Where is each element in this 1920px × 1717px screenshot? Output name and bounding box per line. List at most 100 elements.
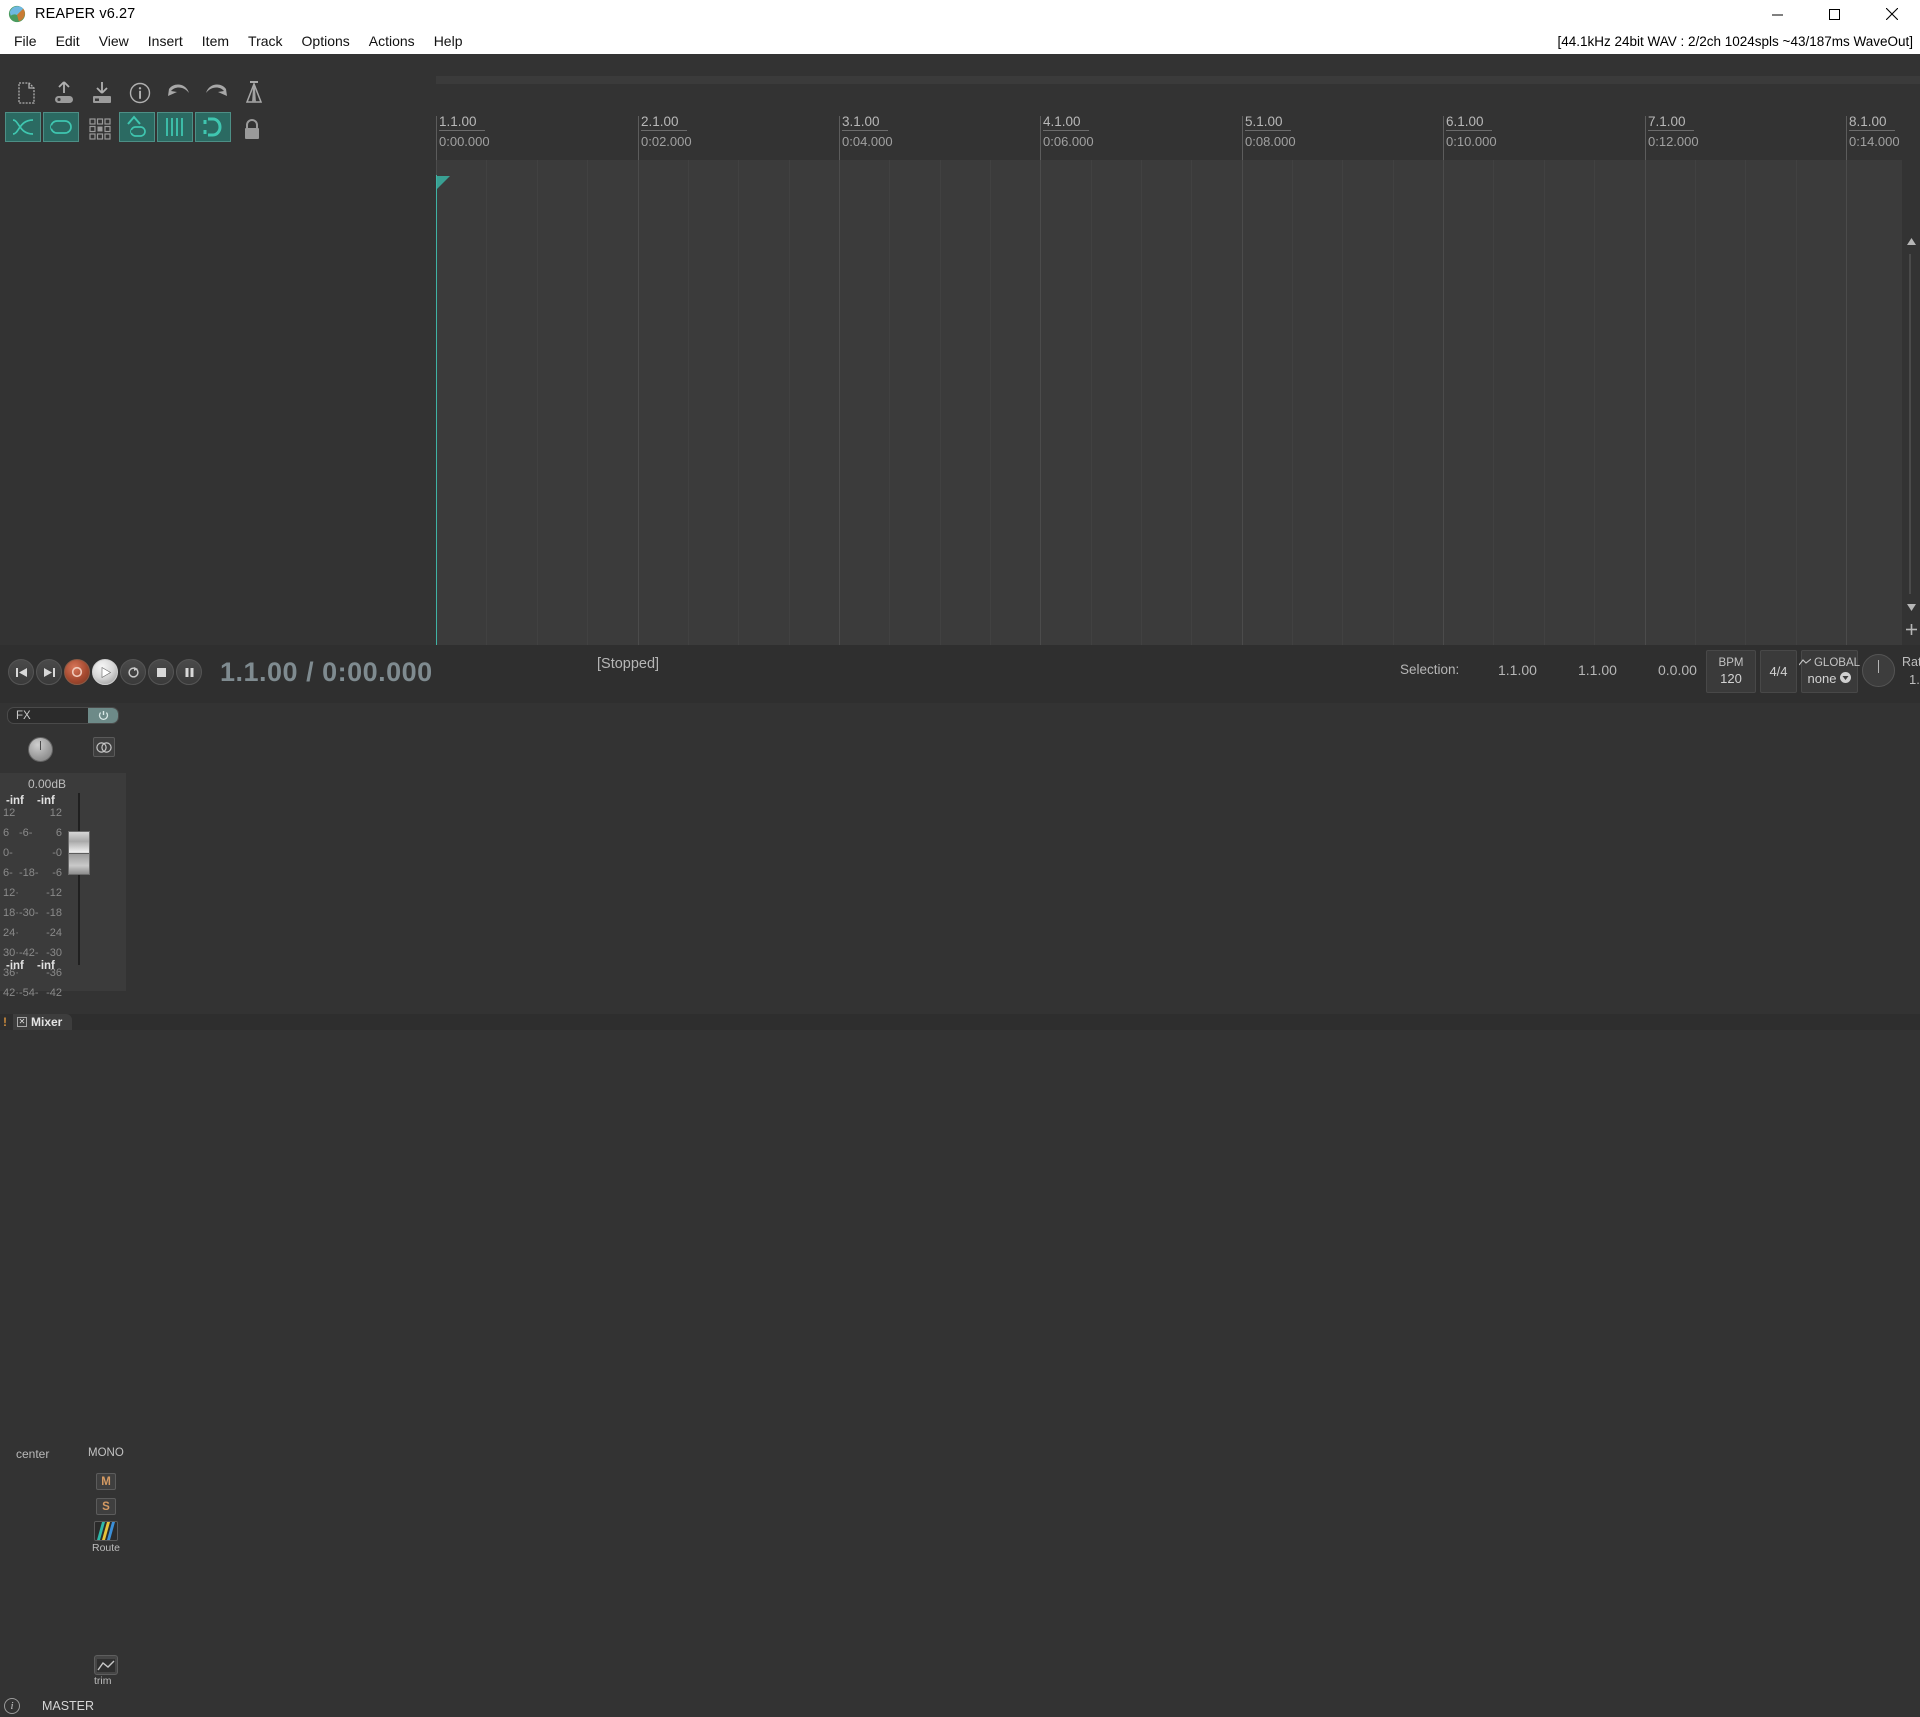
mute-button[interactable]: M <box>96 1473 116 1490</box>
envelope-link-icon[interactable] <box>119 112 155 142</box>
redo-icon[interactable] <box>197 76 235 109</box>
grid-lines-icon[interactable] <box>157 112 193 142</box>
volume-db-value[interactable]: 0.00dB <box>28 777 66 791</box>
toolbar-row-primary <box>7 76 273 109</box>
ruler-time-label: 0:10.000 <box>1446 134 1497 149</box>
ruler-top-strip[interactable] <box>436 76 1920 84</box>
new-project-icon[interactable] <box>7 76 45 109</box>
close-button[interactable] <box>1863 0 1920 28</box>
grid-pad-icon[interactable] <box>81 112 119 145</box>
trim-envelope-icon[interactable] <box>94 1655 118 1675</box>
close-icon[interactable]: ✕ <box>17 1017 27 1027</box>
pan-value-label: center <box>16 1447 50 1461</box>
play-cursor <box>436 175 437 675</box>
selection-length-value[interactable]: 0.0.00 <box>1658 662 1697 678</box>
play-button[interactable] <box>91 657 119 687</box>
ruler-bar-label: 3.1.00 <box>842 114 888 131</box>
vertical-scrollbar[interactable] <box>1902 234 1920 676</box>
time-signature-value[interactable]: 4/4 <box>1769 664 1787 680</box>
transport-state-label: [Stopped] <box>597 656 660 672</box>
selection-end-value[interactable]: 1.1.00 <box>1578 662 1617 678</box>
master-track-label[interactable]: MASTER <box>20 1699 116 1713</box>
menu-item-file[interactable]: File <box>5 30 46 52</box>
solo-button[interactable]: S <box>96 1498 116 1515</box>
minimize-button[interactable] <box>1749 0 1806 28</box>
transport-buttons <box>7 657 203 687</box>
master-channel-strip: FX 0.00dB -inf -inf 12 6 0- 6- 12· 18· 24· 3… <box>0 703 126 1714</box>
snap-magnet-icon[interactable] <box>195 112 231 142</box>
menu-bar: File Edit View Insert Item Track Options… <box>0 28 1920 54</box>
power-icon[interactable] <box>88 708 118 723</box>
ruler-time-label: 0:12.000 <box>1648 134 1699 149</box>
fx-label: FX <box>16 709 31 722</box>
rate-label: Rate: <box>1902 655 1920 669</box>
global-label: GLOBAL <box>1813 657 1861 669</box>
time-signature-field[interactable]: 4/4 <box>1760 650 1797 693</box>
metronome-icon[interactable] <box>235 76 273 109</box>
mixer-panel: FX 0.00dB -inf -inf 12 6 0- 6- 12· 18· 24· 3… <box>0 703 1920 1714</box>
menu-item-actions[interactable]: Actions <box>360 30 424 52</box>
stop-button[interactable] <box>147 657 175 687</box>
bpm-field[interactable]: BPM 120 <box>1706 650 1756 693</box>
routing-icon[interactable] <box>94 1521 118 1541</box>
ruler-time-label: 0:14.000 <box>1849 134 1900 149</box>
arrow-up-icon[interactable] <box>1904 234 1918 248</box>
pause-button[interactable] <box>175 657 203 687</box>
lock-icon[interactable] <box>233 112 271 145</box>
undo-icon[interactable] <box>159 76 197 109</box>
ruler-bar-label: 6.1.00 <box>1446 114 1492 131</box>
toolbar-row-secondary <box>5 112 271 145</box>
volume-fader-track[interactable] <box>78 793 80 965</box>
arrange-view[interactable] <box>436 160 1902 676</box>
ruler-time-label: 0:00.000 <box>439 134 490 149</box>
chevron-down-icon[interactable] <box>1840 671 1852 687</box>
timeline-ruler[interactable]: 1.1.00 0:00.000 2.1.00 0:02.000 3.1.00 0:04… <box>436 102 1920 160</box>
ripple-edit-icon[interactable] <box>43 112 79 142</box>
dock-tab-mixer[interactable]: ✕ Mixer <box>13 1014 73 1030</box>
bottom-dock: ! ✕ Mixer <box>0 1014 1920 1030</box>
maximize-button[interactable] <box>1806 0 1863 28</box>
repeat-button[interactable] <box>119 657 147 687</box>
audio-device-status: [44.1kHz 24bit WAV : 2/2ch 1024spls ~43/… <box>1557 33 1913 49</box>
menu-item-view[interactable]: View <box>90 30 138 52</box>
envelope-icon <box>1798 656 1812 671</box>
menu-item-track[interactable]: Track <box>239 30 291 52</box>
menu-item-edit[interactable]: Edit <box>47 30 89 52</box>
menu-item-options[interactable]: Options <box>293 30 359 52</box>
playrate-knob[interactable] <box>1862 654 1895 687</box>
go-to-end-button[interactable] <box>35 657 63 687</box>
meter-scale-right: 12 6 -0 -6 -12 -18 -24 -30 -36 -42 <box>46 807 62 999</box>
fader-meter-panel: 0.00dB -inf -inf 12 6 0- 6- 12· 18· 24· 30· … <box>0 773 126 999</box>
zoom-in-vertical-button[interactable] <box>1904 622 1918 636</box>
arrow-down-icon[interactable] <box>1904 600 1918 614</box>
go-to-start-button[interactable] <box>7 657 35 687</box>
info-icon[interactable] <box>121 76 159 109</box>
ruler-bar-label: 7.1.00 <box>1648 114 1694 131</box>
crossfade-icon[interactable] <box>5 112 41 142</box>
menu-item-insert[interactable]: Insert <box>139 30 192 52</box>
info-icon[interactable]: i <box>4 1698 20 1714</box>
mono-stereo-button[interactable] <box>93 737 115 757</box>
main-area: 1.1.00 0:00.000 2.1.00 0:02.000 3.1.00 0:04… <box>0 54 1920 695</box>
dock-tab-label: Mixer <box>31 1015 63 1029</box>
menu-item-help[interactable]: Help <box>425 30 472 52</box>
ruler-time-label: 0:02.000 <box>641 134 692 149</box>
window-controls <box>1749 0 1920 28</box>
volume-fader-handle[interactable] <box>68 831 90 875</box>
rate-value[interactable]: 1.0 <box>1909 672 1920 687</box>
save-project-icon[interactable] <box>83 76 121 109</box>
selection-start-value[interactable]: 1.1.00 <box>1498 662 1537 678</box>
bpm-value[interactable]: 120 <box>1720 671 1742 687</box>
fx-button[interactable]: FX <box>7 707 119 724</box>
ruler-bar-label: 5.1.00 <box>1245 114 1291 131</box>
open-project-icon[interactable] <box>45 76 83 109</box>
warning-icon[interactable]: ! <box>3 1015 7 1029</box>
menu-item-item[interactable]: Item <box>193 30 238 52</box>
mono-label: MONO <box>88 1447 124 1459</box>
playback-position-display[interactable]: 1.1.00 / 0:00.000 <box>220 657 433 688</box>
global-value[interactable]: none <box>1808 671 1837 687</box>
record-button[interactable] <box>63 657 91 687</box>
vertical-scroll-track[interactable] <box>1909 254 1911 594</box>
pan-knob-icon[interactable] <box>28 737 53 762</box>
global-playrate-field[interactable]: GLOBAL none <box>1798 650 1861 693</box>
